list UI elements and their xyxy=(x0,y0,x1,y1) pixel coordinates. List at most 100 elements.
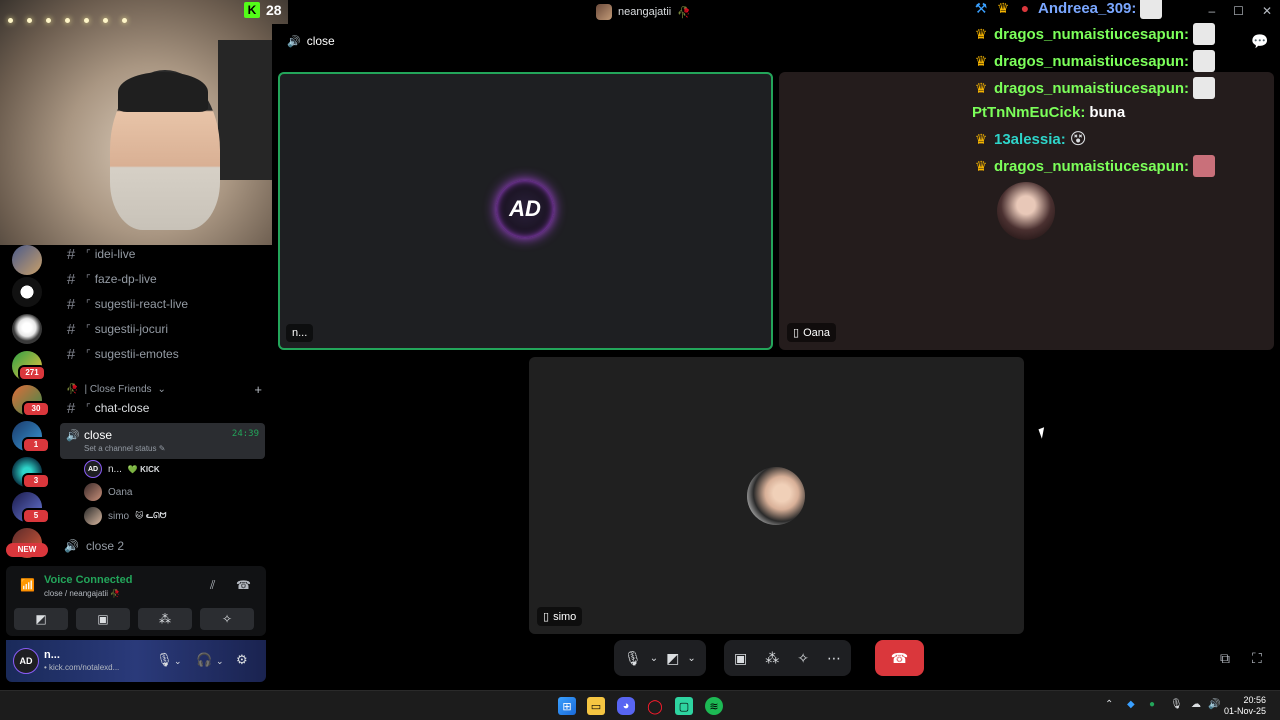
crown-icon: ♛ xyxy=(974,79,988,96)
thread-icon: ⌜ xyxy=(86,248,91,260)
chevron-up-icon[interactable]: ⌃ xyxy=(1105,699,1113,710)
avatar xyxy=(84,507,102,525)
add-channel-icon[interactable]: + xyxy=(254,382,262,397)
channel-idei-live[interactable]: # ⌜ idei-live xyxy=(64,243,136,265)
kick-app-icon[interactable]: ▢ xyxy=(675,697,693,715)
channel-sugestii-react-live[interactable]: # ⌜ sugestii-react-live xyxy=(64,293,188,315)
discord-window: neangajatii 🥀 – ☐ ✕ K 28 271 30 1 3 5 NE… xyxy=(0,0,1280,690)
noise-suppression-icon[interactable]: ⫽ xyxy=(210,578,215,593)
member-name: n... xyxy=(108,463,122,475)
voice-member[interactable]: Oana xyxy=(84,482,132,502)
channel-label: sugestii-jocuri xyxy=(94,322,169,336)
soundboard-button[interactable]: ✧ xyxy=(200,608,254,630)
avatar xyxy=(747,467,805,525)
chevron-down-icon[interactable]: ⌄ xyxy=(650,653,658,664)
avatar[interactable]: AD xyxy=(13,648,39,674)
chat-bubble-icon[interactable]: 💬 xyxy=(1251,33,1268,50)
crown-icon: ♛ xyxy=(974,157,988,174)
cloud-icon[interactable]: ☁ xyxy=(1191,699,1201,710)
member-name: simo xyxy=(108,510,130,522)
disconnect-icon[interactable]: ☎ xyxy=(236,578,251,592)
streamer-cap xyxy=(118,72,208,112)
server-icon[interactable] xyxy=(12,314,42,344)
avatar: AD xyxy=(496,180,554,238)
hash-icon: # xyxy=(66,245,76,263)
category-close-friends[interactable]: 🥀 | Close Friends ⌄ + xyxy=(66,381,262,397)
hash-icon: # xyxy=(66,320,76,338)
crown-icon: ♛ xyxy=(974,130,988,147)
channel-label: faze-dp-live xyxy=(94,272,157,286)
channel-sidebar: # ⌜ idei-live # ⌜ faze-dp-live # ⌜ suges… xyxy=(52,245,270,565)
chat-message: ♛ 13alessia: 😵 xyxy=(972,127,1087,151)
chevron-down-icon[interactable]: ⌄ xyxy=(216,656,224,667)
microphone-icon[interactable]: 🎙 xyxy=(156,652,173,668)
chat-username: dragos_numaistiucesapun: xyxy=(994,157,1190,175)
voice-connected-subtitle[interactable]: close / neangajatii 🥀 xyxy=(44,589,120,598)
chevron-down-icon[interactable]: ⌄ xyxy=(174,656,182,667)
voice-member[interactable]: simo 🐱 ᓚᘏᗢ xyxy=(84,506,166,526)
emote-icon xyxy=(1193,23,1216,45)
more-icon[interactable]: ⋯ xyxy=(827,650,841,667)
voice-member[interactable]: AD n... 💚 KICK xyxy=(84,459,160,479)
soundboard-icon[interactable]: ✧ xyxy=(797,650,809,667)
soundboard-icon: ✧ xyxy=(221,612,233,626)
hangup-button[interactable]: ☎ xyxy=(875,640,924,676)
taskbar-clock[interactable]: 20:56 01-Nov-25 xyxy=(1224,695,1266,717)
emote-icon xyxy=(1193,155,1216,177)
signal-icon[interactable]: 📶 xyxy=(20,578,35,592)
category-label: | Close Friends xyxy=(84,383,152,395)
stream-chat-overlay: ⚒ ♛ ● Andreea_309: ♛ dragos_numaistiuces… xyxy=(972,0,1232,180)
microphone-icon[interactable]: 🎙 xyxy=(1170,699,1183,710)
voice-connected-panel: 📶 Voice Connected close / neangajatii 🥀 … xyxy=(6,566,266,636)
spotify-icon[interactable]: ≋ xyxy=(705,697,723,715)
screen-share-icon[interactable]: ▣ xyxy=(734,650,747,667)
thread-icon: ⌜ xyxy=(86,273,91,285)
streamer-webcam xyxy=(0,0,288,245)
headphones-icon[interactable]: 🎧 xyxy=(196,652,212,668)
fairy-lights xyxy=(8,18,138,38)
maximize-icon[interactable]: ☐ xyxy=(1233,4,1244,18)
camera-off-icon[interactable]: ◩ xyxy=(666,650,679,667)
call-channel-name: close xyxy=(306,34,335,48)
voice-channel-close[interactable]: 🔊 close Set a channel status ✎ 24:39 xyxy=(60,423,265,459)
server-icon[interactable] xyxy=(12,277,42,307)
chat-message: PtTnNmEuCick: buna xyxy=(972,100,1125,124)
channel-sugestii-jocuri[interactable]: # ⌜ sugestii-jocuri xyxy=(64,318,168,340)
member-tag: 💚 KICK xyxy=(127,464,160,474)
opera-icon[interactable]: ◯ xyxy=(646,697,664,715)
discord-icon[interactable]: ◕ xyxy=(617,697,635,715)
call-controls-center: ▣ ⁂ ✧ ⋯ xyxy=(724,640,851,676)
participant-label: n... xyxy=(286,324,314,342)
participant-tile[interactable]: ▯ simo xyxy=(529,357,1024,634)
channel-faze-dp-live[interactable]: # ⌜ faze-dp-live xyxy=(64,268,157,290)
channel-close-2[interactable]: 🔊 close 2 xyxy=(64,535,124,557)
participant-name: simo xyxy=(553,610,577,623)
emote-icon xyxy=(1193,50,1216,72)
unread-badge: 5 xyxy=(22,508,50,524)
hash-icon: # xyxy=(66,399,76,417)
server-icon[interactable] xyxy=(12,245,42,275)
screen-share-button[interactable]: ▣ xyxy=(76,608,130,630)
channel-sugestii-emotes[interactable]: # ⌜ sugestii-emotes xyxy=(64,343,179,365)
gear-icon[interactable]: ⚙ xyxy=(236,652,248,668)
activities-button[interactable]: ⁂ xyxy=(138,608,192,630)
microphone-icon[interactable]: 🎙 xyxy=(624,650,642,667)
unread-badge: 1 xyxy=(22,437,50,453)
app-tray-icon[interactable]: ◆ xyxy=(1127,699,1135,710)
close-window-icon[interactable]: ✕ xyxy=(1262,4,1272,18)
file-explorer-icon[interactable]: ▭ xyxy=(587,697,605,715)
channel-status[interactable]: Set a channel status ✎ xyxy=(84,444,165,453)
channel-chat-close[interactable]: # ⌜ chat-close xyxy=(64,397,150,419)
activities-icon[interactable]: ⁂ xyxy=(765,650,779,667)
chevron-down-icon[interactable]: ⌄ xyxy=(687,653,695,664)
windows-start-icon[interactable]: ⊞ xyxy=(558,697,576,715)
camera-off-button[interactable]: ◩ xyxy=(14,608,68,630)
status-dot-icon[interactable]: ● xyxy=(1149,699,1155,710)
thread-icon: ⌜ xyxy=(86,323,91,335)
popout-icon[interactable]: ⧉ xyxy=(1220,650,1230,667)
fullscreen-icon[interactable]: ⛶ xyxy=(1252,650,1262,667)
volume-icon[interactable]: 🔊 xyxy=(1208,699,1220,710)
clock-time: 20:56 xyxy=(1243,695,1266,705)
channel-label: idei-live xyxy=(94,247,136,261)
participant-tile[interactable]: AD n... xyxy=(278,72,773,350)
